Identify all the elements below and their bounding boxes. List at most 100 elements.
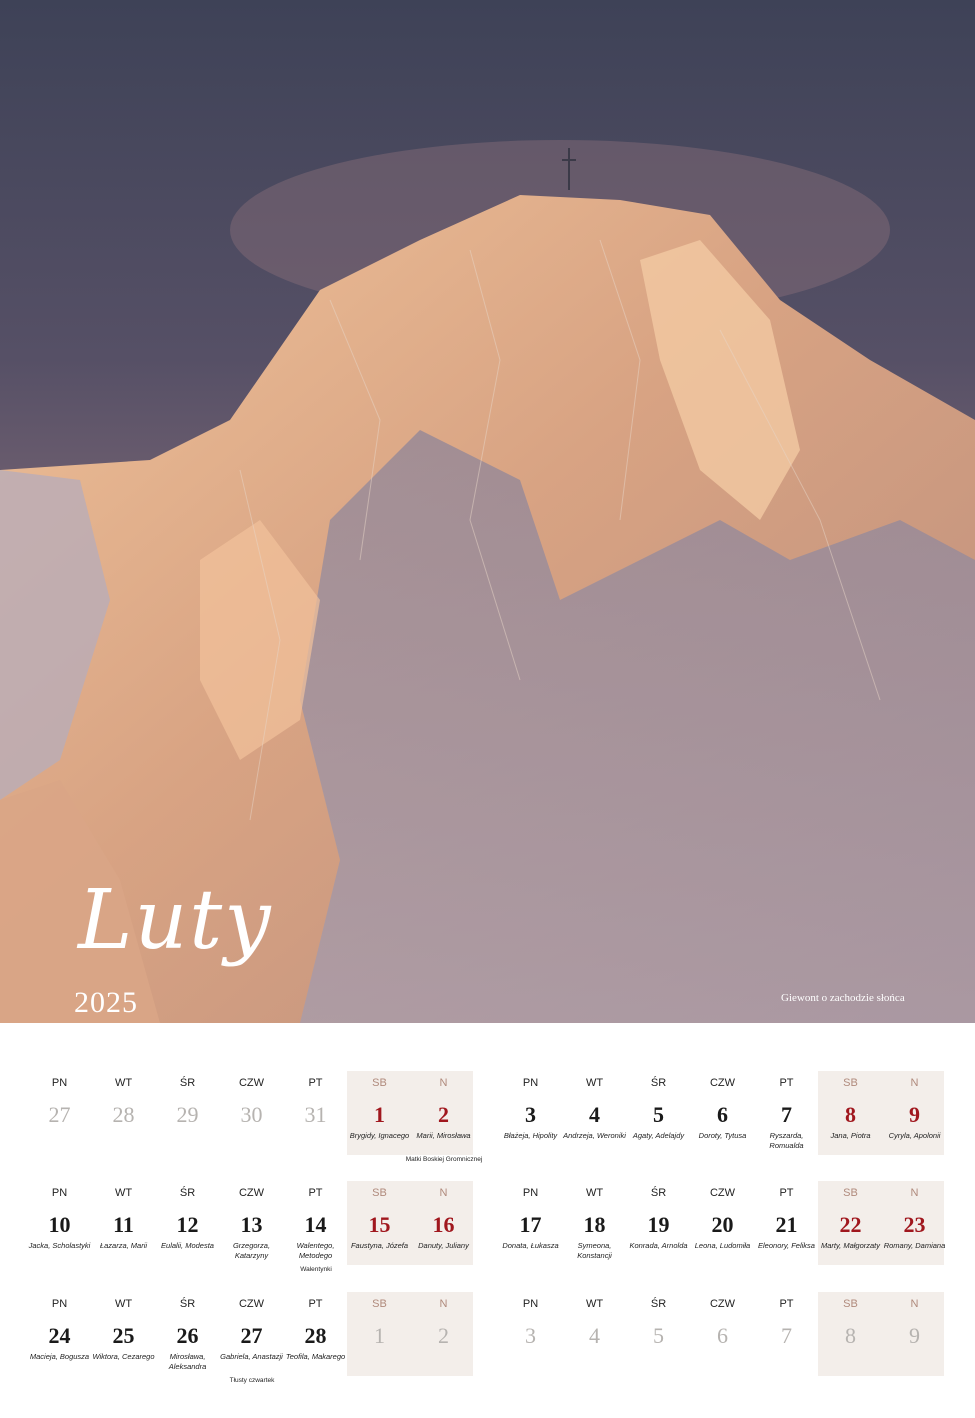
name-day: Łazarza, Marii <box>99 1241 148 1250</box>
day-cell[interactable]: 5 Agaty, Adelajdy <box>627 1104 690 1141</box>
weekday-header: N <box>439 1298 448 1310</box>
day-cell[interactable]: 17 Donata, Łukasza <box>499 1214 562 1251</box>
day-cell[interactable]: 20 Leona, Ludomiła <box>691 1214 754 1251</box>
day-cell[interactable]: 1 Brygidy, Ignacego <box>348 1104 411 1141</box>
day-number: 17 <box>519 1212 542 1237</box>
day-cell[interactable]: 21 Eleonory, Feliksa <box>755 1214 818 1251</box>
name-day: Eleonory, Feliksa <box>758 1241 815 1250</box>
day-cell[interactable]: 3 Błażeja, Hipolity <box>499 1104 562 1141</box>
day-cell[interactable]: 30 <box>220 1104 283 1126</box>
day-cell[interactable]: 16 Danuty, Juliany <box>412 1214 475 1251</box>
weekday-header: WT <box>585 1298 604 1310</box>
day-number: 2 <box>438 1102 449 1127</box>
day-number: 1 <box>374 1102 385 1127</box>
weekday-header: PN <box>51 1298 68 1310</box>
day-cell[interactable]: 14 Walentego, Metodego <box>284 1214 347 1260</box>
day-number: 21 <box>775 1212 798 1237</box>
day-cell[interactable]: 4 <box>563 1325 626 1347</box>
day-cell[interactable]: 5 <box>627 1325 690 1347</box>
day-cell[interactable]: 3 <box>499 1325 562 1347</box>
holiday-note: Walentynki <box>300 1266 332 1273</box>
day-number: 6 <box>717 1102 728 1127</box>
day-cell[interactable]: 9 <box>883 1325 946 1347</box>
day-number: 11 <box>113 1212 134 1237</box>
day-number: 20 <box>711 1212 734 1237</box>
weekday-header: PN <box>522 1077 539 1089</box>
day-cell[interactable]: 23 Romany, Damiana <box>883 1214 946 1251</box>
name-day: Symeona, Konstancji <box>577 1241 612 1260</box>
weekday-header: PT <box>779 1298 794 1310</box>
weekday-header: CZW <box>238 1187 265 1199</box>
day-cell[interactable]: 22 Marty, Małgorzaty <box>819 1214 882 1251</box>
name-day: Teofila, Makarego <box>285 1352 346 1361</box>
day-number: 19 <box>647 1212 670 1237</box>
day-number: 3 <box>525 1323 536 1348</box>
day-cell[interactable]: 7 Ryszarda, Romualda <box>755 1104 818 1150</box>
day-cell[interactable]: 10 Jacka, Scholastyki <box>28 1214 91 1251</box>
name-day: Błażeja, Hipolity <box>503 1131 558 1140</box>
day-cell[interactable]: 25 Wiktora, Cezarego <box>92 1325 155 1362</box>
day-cell[interactable]: 7 <box>755 1325 818 1347</box>
day-cell[interactable]: 13 Grzegorza, Katarzyny <box>220 1214 283 1260</box>
name-day: Jacka, Scholastyki <box>28 1241 91 1250</box>
day-cell[interactable]: 8 <box>819 1325 882 1347</box>
day-number: 12 <box>176 1212 199 1237</box>
name-day: Danuty, Juliany <box>418 1241 469 1250</box>
day-number: 15 <box>368 1212 391 1237</box>
day-cell[interactable]: 11 Łazarza, Marii <box>92 1214 155 1251</box>
day-number: 1 <box>374 1323 385 1348</box>
weekday-header: WT <box>114 1187 133 1199</box>
day-cell[interactable]: 27 <box>28 1104 91 1126</box>
day-cell[interactable]: 6 Doroty, Tytusa <box>691 1104 754 1141</box>
weekday-header: ŚR <box>179 1187 196 1199</box>
name-day: Jana, Piotra <box>830 1131 871 1140</box>
day-cell[interactable]: 2 Marii, Mirosława <box>412 1104 475 1141</box>
day-cell[interactable]: 18 Symeona, Konstancji <box>563 1214 626 1260</box>
name-day: Gabriela, Anastazji <box>220 1352 283 1361</box>
holiday-note: Matki Boskiej Gromnicznej <box>405 1156 483 1163</box>
weekday-header: PT <box>308 1298 323 1310</box>
name-day: Cyryla, Apolonii <box>888 1131 941 1140</box>
name-day: Romany, Damiana <box>883 1241 946 1250</box>
weekday-header: N <box>910 1187 919 1199</box>
day-cell[interactable]: 24 Macieja, Bogusza <box>28 1325 91 1362</box>
day-cell[interactable]: 1 <box>348 1325 411 1347</box>
day-number: 29 <box>176 1102 199 1127</box>
weekday-header: N <box>910 1077 919 1089</box>
day-cell[interactable]: 28 Teofila, Makarego <box>284 1325 347 1362</box>
name-day: Faustyna, Józefa <box>350 1241 409 1250</box>
day-number: 7 <box>781 1102 792 1127</box>
weekday-header: PN <box>522 1187 539 1199</box>
name-day: Marty, Małgorzaty <box>820 1241 881 1250</box>
photo-caption: Giewont o zachodzie słońca <box>781 992 905 1004</box>
day-cell[interactable]: 31 <box>284 1104 347 1126</box>
weekday-header: ŚR <box>650 1298 667 1310</box>
day-cell[interactable]: 15 Faustyna, Józefa <box>348 1214 411 1251</box>
weekday-header: CZW <box>709 1077 736 1089</box>
day-cell[interactable]: 8 Jana, Piotra <box>819 1104 882 1141</box>
day-cell[interactable]: 4 Andrzeja, Weroniki <box>563 1104 626 1141</box>
day-cell[interactable]: 19 Konrada, Arnolda <box>627 1214 690 1251</box>
day-number: 31 <box>304 1102 327 1127</box>
weekday-header: SB <box>372 1187 387 1199</box>
weekday-header: WT <box>114 1077 133 1089</box>
day-cell[interactable]: 12 Eulalii, Modesta <box>156 1214 219 1251</box>
weekday-header: PT <box>308 1187 323 1199</box>
weekday-header: WT <box>114 1298 133 1310</box>
day-cell[interactable]: 27 Gabriela, Anastazji <box>220 1325 283 1362</box>
weekday-header: ŚR <box>179 1298 196 1310</box>
day-number: 25 <box>112 1323 135 1348</box>
weekday-header: CZW <box>238 1298 265 1310</box>
weekday-header: N <box>439 1077 448 1089</box>
day-number: 5 <box>653 1102 664 1127</box>
day-number: 26 <box>176 1323 199 1348</box>
day-cell[interactable]: 2 <box>412 1325 475 1347</box>
day-number: 10 <box>48 1212 71 1237</box>
day-cell[interactable]: 29 <box>156 1104 219 1126</box>
day-cell[interactable]: 6 <box>691 1325 754 1347</box>
day-cell[interactable]: 28 <box>92 1104 155 1126</box>
day-number: 22 <box>839 1212 862 1237</box>
day-cell[interactable]: 9 Cyryla, Apolonii <box>883 1104 946 1141</box>
day-cell[interactable]: 26 Mirosława, Aleksandra <box>156 1325 219 1371</box>
day-number: 3 <box>525 1102 536 1127</box>
